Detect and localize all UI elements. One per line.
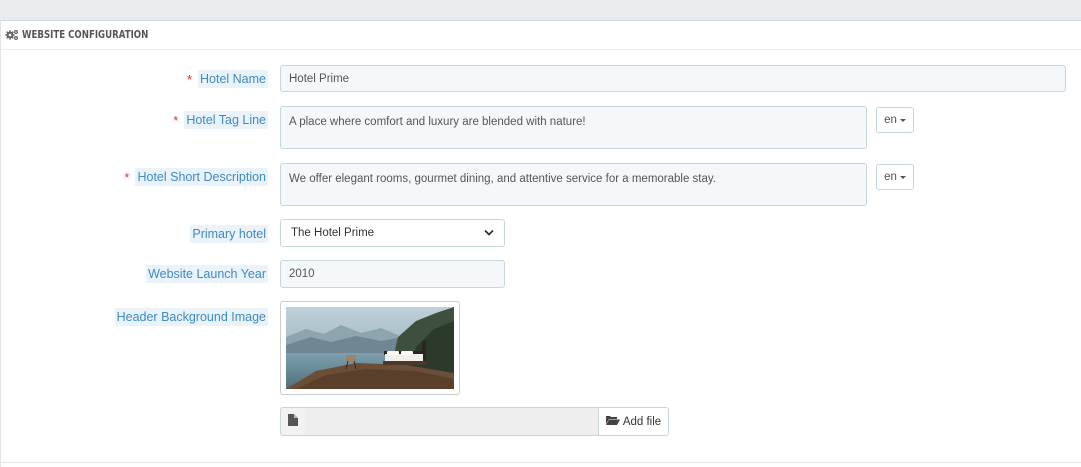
- primary-hotel-select[interactable]: The Hotel Prime: [280, 219, 505, 247]
- panel-footer-divider: [0, 462, 1081, 463]
- top-bar: [0, 0, 1081, 21]
- required-mark: *: [124, 169, 130, 185]
- website-launch-year-label-text: Website Launch Year: [146, 265, 268, 283]
- chevron-down-icon: [484, 227, 494, 239]
- hotel-tag-line-input[interactable]: A place where comfort and luxury are ble…: [280, 106, 867, 149]
- header-background-image-label: Header Background Image: [114, 308, 268, 326]
- website-launch-year-label: Website Launch Year: [146, 265, 268, 283]
- header-background-image-preview: [280, 301, 460, 395]
- caret-down-icon: [899, 176, 906, 179]
- hotel-short-description-label: * Hotel Short Description: [124, 168, 268, 186]
- hotel-name-label: * Hotel Name: [187, 70, 268, 88]
- website-launch-year-input[interactable]: 2010: [280, 260, 505, 288]
- required-mark: *: [186, 71, 192, 87]
- language-code: en: [884, 114, 897, 126]
- header-image-thumbnail: [286, 307, 454, 389]
- tag-line-language-button[interactable]: en: [876, 107, 914, 133]
- file-name-field[interactable]: [305, 407, 599, 436]
- file-icon-box: [280, 407, 306, 436]
- panel-heading: WEBSITE CONFIGURATION: [1, 21, 1081, 50]
- header-background-image-label-text: Header Background Image: [114, 308, 268, 326]
- hotel-short-description-label-text: Hotel Short Description: [135, 168, 268, 186]
- hotel-name-label-text: Hotel Name: [198, 70, 268, 88]
- panel-title: WEBSITE CONFIGURATION: [22, 29, 149, 41]
- folder-open-icon: [605, 415, 620, 428]
- file-icon: [288, 414, 298, 429]
- required-mark: *: [173, 112, 179, 128]
- cogs-icon: [5, 29, 19, 41]
- caret-down-icon: [899, 119, 906, 122]
- primary-hotel-label-text: Primary hotel: [190, 225, 268, 243]
- add-file-label: Add file: [622, 415, 662, 428]
- language-code: en: [884, 171, 897, 183]
- hotel-short-description-input[interactable]: We offer elegant rooms, gourmet dining, …: [280, 163, 867, 206]
- short-description-language-button[interactable]: en: [876, 164, 914, 190]
- hotel-tag-line-label: * Hotel Tag Line: [173, 111, 268, 129]
- hotel-name-input[interactable]: Hotel Prime: [280, 65, 1066, 92]
- add-file-button[interactable]: Add file: [598, 407, 669, 436]
- primary-hotel-label: Primary hotel: [190, 225, 268, 243]
- hotel-tag-line-label-text: Hotel Tag Line: [184, 111, 268, 129]
- primary-hotel-selected: The Hotel Prime: [291, 227, 375, 239]
